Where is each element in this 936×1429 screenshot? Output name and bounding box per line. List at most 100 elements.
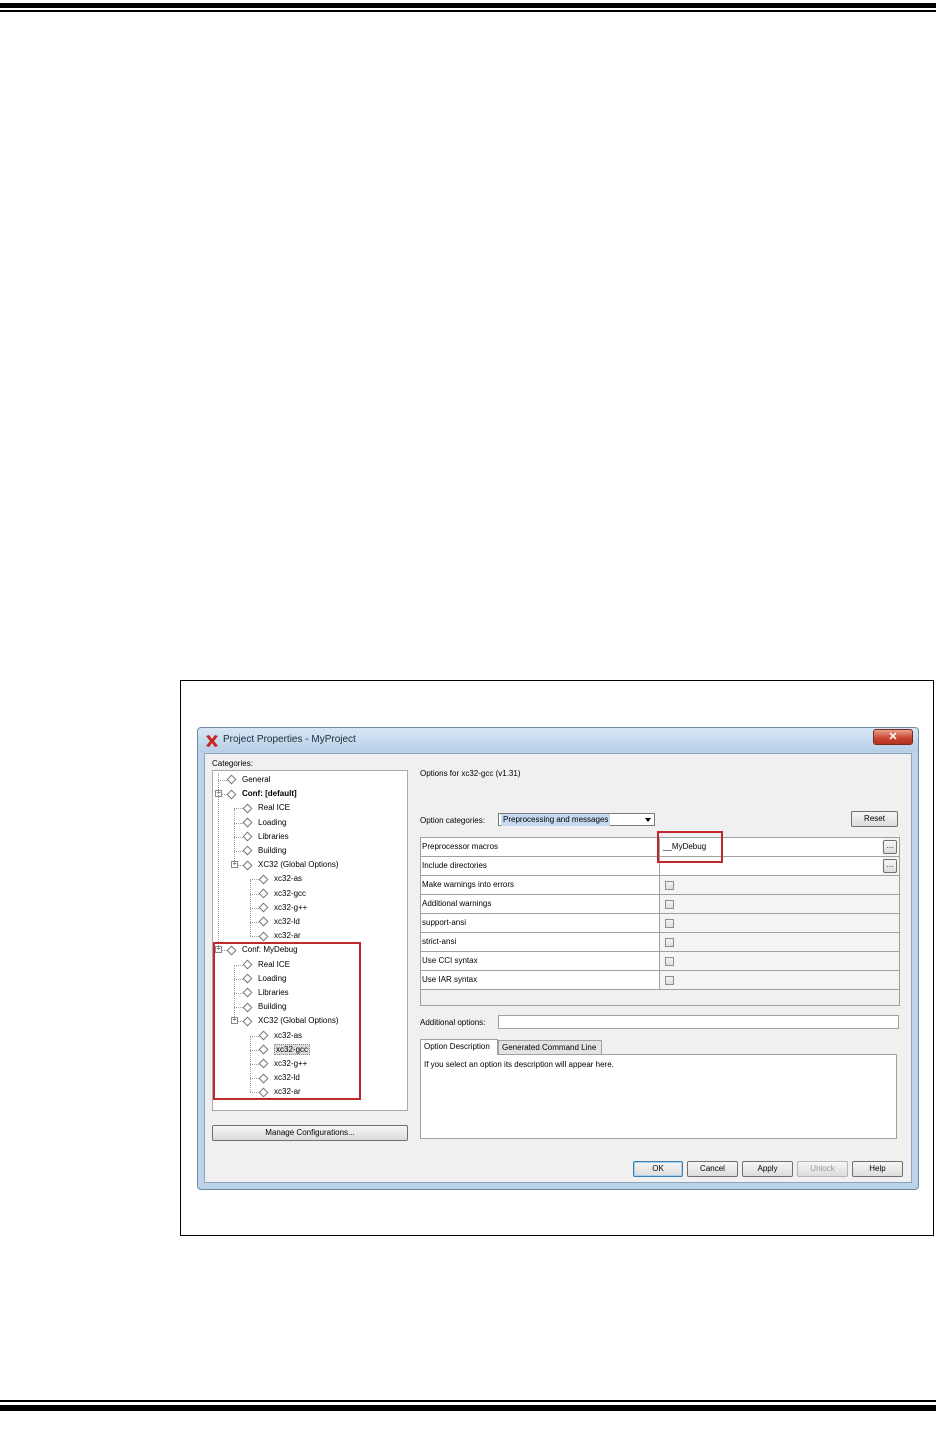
tree-item[interactable]: xc32-ld [258,915,300,928]
option-value-cell [660,895,899,913]
option-row: strict-ansi [421,933,899,952]
bottom-rule-thin [0,1400,936,1402]
tree-connector [218,773,219,951]
top-rule-thin [0,10,936,12]
option-checkbox[interactable] [665,919,674,928]
node-icon [242,860,253,871]
node-icon [258,902,269,913]
cancel-button[interactable]: Cancel [687,1161,738,1177]
additional-options-input[interactable] [498,1015,899,1029]
option-row: Use CCI syntax [421,952,899,971]
tree-item-label: Building [258,846,287,855]
tree-item-label: Real ICE [258,803,291,813]
window-title: Project Properties - MyProject [223,734,356,745]
tree-item[interactable]: xc32-g++ [258,901,308,914]
tree-item-label: xc32-ld [274,917,300,926]
top-rule-thick [0,3,936,8]
highlight-preprocessor-macro [657,831,723,863]
option-checkbox[interactable] [665,976,674,985]
tree-item-label: xc32-g++ [274,902,308,912]
close-button[interactable]: ✕ [873,729,913,745]
option-row: Additional warnings [421,895,899,914]
help-button[interactable]: Help [852,1161,903,1177]
option-name: strict-ansi [421,933,660,951]
node-icon [242,803,253,814]
node-icon [242,845,253,856]
additional-options-label: Additional options: [420,1018,486,1027]
tab-option-description[interactable]: Option Description [420,1039,498,1055]
option-description-text: If you select an option its description … [424,1060,614,1069]
tree-item[interactable]: XC32 (Global Options) [242,858,339,871]
option-categories-label: Option categories: [420,816,485,825]
node-icon [258,888,269,899]
tree-connector [234,851,243,852]
option-value-cell [660,933,899,951]
tree-item-label: General [242,775,271,784]
option-checkbox[interactable] [665,957,674,966]
option-value-cell [660,914,899,932]
tree-item[interactable]: Real ICE [242,801,291,814]
tree-connector [250,907,259,909]
tree-connector [250,893,259,895]
manage-configurations-button[interactable]: Manage Configurations... [212,1125,408,1141]
tree-item-label: Libraries [258,831,289,841]
tree-item-label: XC32 (Global Options) [258,860,339,870]
tree-item-label: xc32-gcc [274,888,307,898]
tree-connector [234,822,243,824]
unlock-button[interactable]: Unlock [797,1161,848,1177]
ok-button[interactable]: OK [633,1161,683,1177]
option-categories-value: Preprocessing and messages [501,814,611,826]
tree-item[interactable]: xc32-gcc [258,887,307,900]
option-row: Make warnings into errors [421,876,899,895]
option-name: Additional warnings [421,895,660,913]
apply-button[interactable]: Apply [742,1161,793,1177]
title-bar[interactable]: Project Properties - MyProject ✕ [198,728,918,752]
tree-item[interactable]: Conf: [default] [226,787,297,800]
tree-item-label: Conf: [default] [242,789,297,799]
x-logo-icon [206,735,218,747]
option-description-panel: If you select an option its description … [420,1054,897,1139]
tree-connector [250,880,251,937]
option-name: Make warnings into errors [421,876,660,894]
option-value-cell [660,971,899,989]
chevron-down-icon [645,818,651,822]
node-icon [258,931,269,942]
option-row: Use IAR syntax [421,971,899,990]
tab-generated-command-line[interactable]: Generated Command Line [498,1040,602,1055]
tree-item-label: xc32-as [274,874,303,884]
option-name: Preprocessor macros [421,838,660,856]
dialog-body: Categories: General − Conf: [default] Real … [204,753,912,1183]
node-icon [226,789,237,800]
option-value-cell [660,876,899,894]
option-categories-select[interactable]: Preprocessing and messages [498,813,655,826]
option-checkbox[interactable] [665,938,674,947]
tree-item[interactable]: Loading [242,816,287,829]
node-icon [242,817,253,828]
tree-connector [234,809,235,866]
tree-item[interactable]: Libraries [242,830,289,843]
reset-button[interactable]: Reset [851,811,898,827]
tree-connector [250,922,259,923]
categories-label: Categories: [212,759,253,768]
option-row: support-ansi [421,914,899,933]
browse-button[interactable]: ... [883,840,897,854]
option-name: Use CCI syntax [421,952,660,970]
project-properties-dialog: Project Properties - MyProject ✕ Categor… [197,727,919,1190]
option-name: support-ansi [421,914,660,932]
tree-item-label: Loading [258,817,287,827]
tree-item-label: xc32-ar [274,931,301,941]
node-icon [258,916,269,927]
option-checkbox[interactable] [665,900,674,909]
bottom-rule-thick [0,1405,936,1411]
tree-item[interactable]: Building [242,844,287,857]
options-header: Options for xc32-gcc (v1.31) [420,769,521,778]
node-icon [258,874,269,885]
option-checkbox[interactable] [665,881,674,890]
tree-item[interactable]: xc32-ar [258,929,301,942]
browse-button[interactable]: ... [883,859,897,873]
option-value-cell [660,952,899,970]
tree-item[interactable]: xc32-as [258,872,303,885]
tree-connector [218,780,227,781]
tree-connector [234,836,243,838]
tree-item[interactable]: General [226,773,271,786]
